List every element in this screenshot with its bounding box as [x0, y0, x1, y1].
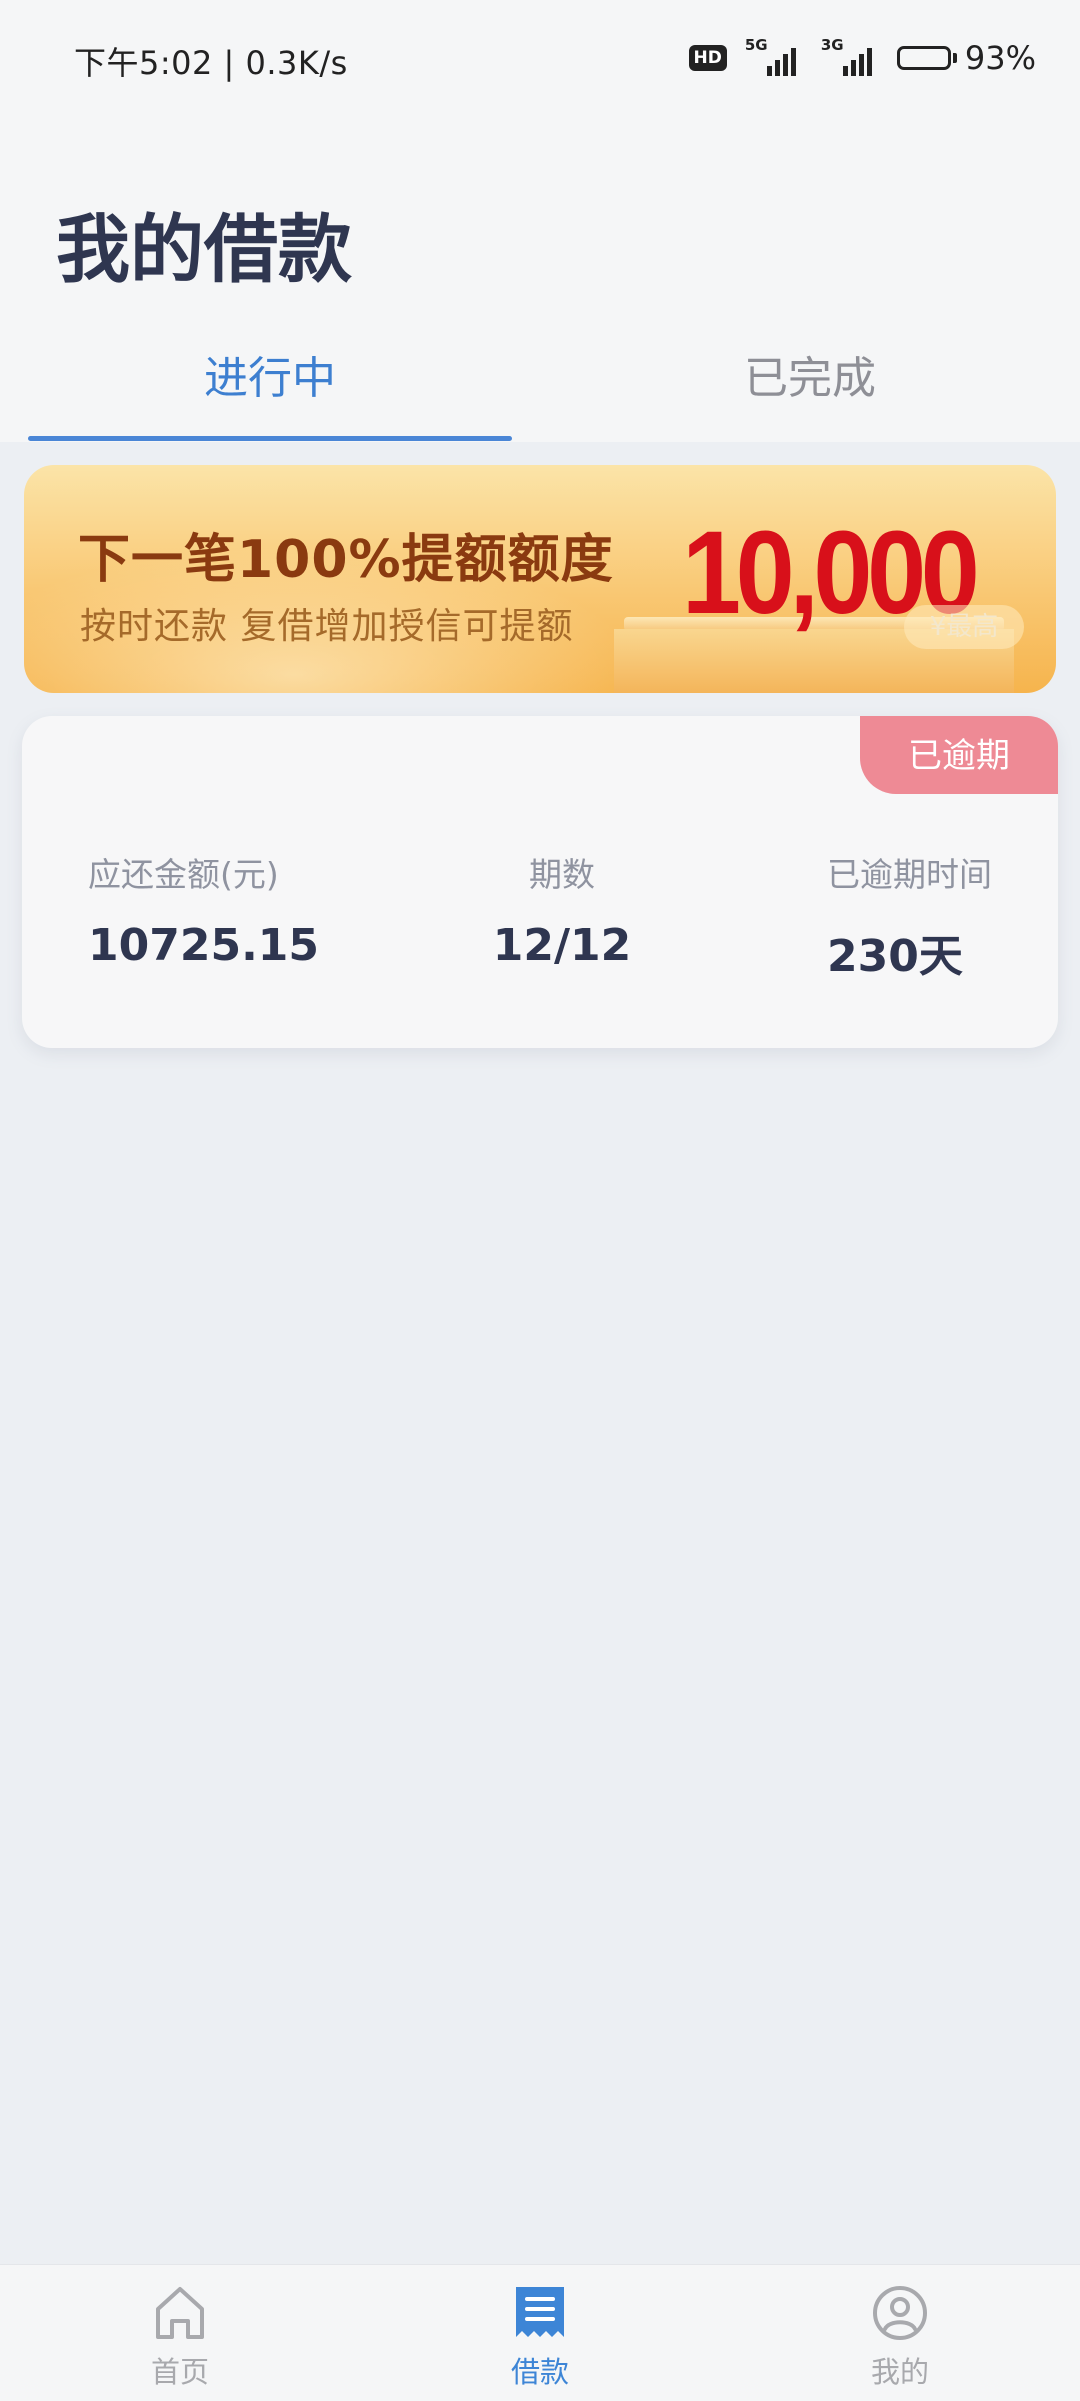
amount-due-value: 10725.15 — [88, 920, 320, 971]
page-title: 我的借款 — [56, 207, 352, 293]
battery-icon: 93% — [896, 39, 1036, 77]
loan-document-icon — [516, 2287, 564, 2337]
nav-item-home[interactable]: 首页 — [0, 2265, 360, 2401]
tab-completed[interactable]: 已完成 — [540, 340, 1080, 442]
active-tab-indicator — [28, 436, 512, 441]
hd-voice-icon: HD — [688, 45, 727, 71]
periods-value: 12/12 — [492, 920, 632, 971]
home-icon — [156, 2287, 204, 2339]
banner-max-label: ¥最高 — [904, 605, 1024, 649]
periods-label: 期数 — [529, 855, 595, 894]
overdue-time-stat: 已逾期时间 230天 — [827, 848, 992, 984]
status-time: 下午5:02 | 0.3K/s — [74, 44, 348, 82]
banner-title: 下一笔100%提额额度 — [78, 530, 614, 590]
signal-5g-icon: 5G — [745, 36, 803, 76]
nav-label-home: 首页 — [150, 2355, 209, 2389]
signal-3g-icon: 3G — [821, 36, 879, 76]
bottom-nav: 首页 借款 我的 — [0, 2264, 1080, 2401]
banner-subtitle: 按时还款 复借增加授信可提额 — [80, 606, 574, 647]
nav-item-loans[interactable]: 借款 — [360, 2265, 720, 2401]
user-profile-icon — [873, 2286, 927, 2340]
overdue-time-label: 已逾期时间 — [827, 855, 992, 894]
overdue-status-badge: 已逾期 — [860, 716, 1058, 794]
battery-percent: 93% — [964, 39, 1036, 77]
tab-in-progress[interactable]: 进行中 — [0, 340, 540, 442]
loan-card[interactable]: 已逾期 应还金额(元) 10725.15 期数 12/12 已逾期时间 230天 — [22, 716, 1058, 1048]
amount-due-label: 应还金额(元) — [88, 855, 279, 894]
overdue-time-value: 230天 — [827, 931, 963, 982]
credit-increase-banner[interactable]: 下一笔100%提额额度 按时还款 复借增加授信可提额 10,000 ¥最高 — [24, 465, 1056, 693]
loan-tabs: 进行中 已完成 — [0, 340, 1080, 442]
nav-label-loans: 借款 — [510, 2355, 569, 2389]
status-bar: 下午5:02 | 0.3K/s HD 5G 3G 93% — [0, 0, 1080, 120]
status-indicators: HD 5G 3G 93% — [688, 36, 1036, 78]
nav-label-mine: 我的 — [870, 2355, 929, 2389]
amount-due-stat: 应还金额(元) 10725.15 — [88, 848, 319, 971]
nav-item-mine[interactable]: 我的 — [720, 2265, 1080, 2401]
periods-stat: 期数 12/12 — [322, 848, 802, 971]
